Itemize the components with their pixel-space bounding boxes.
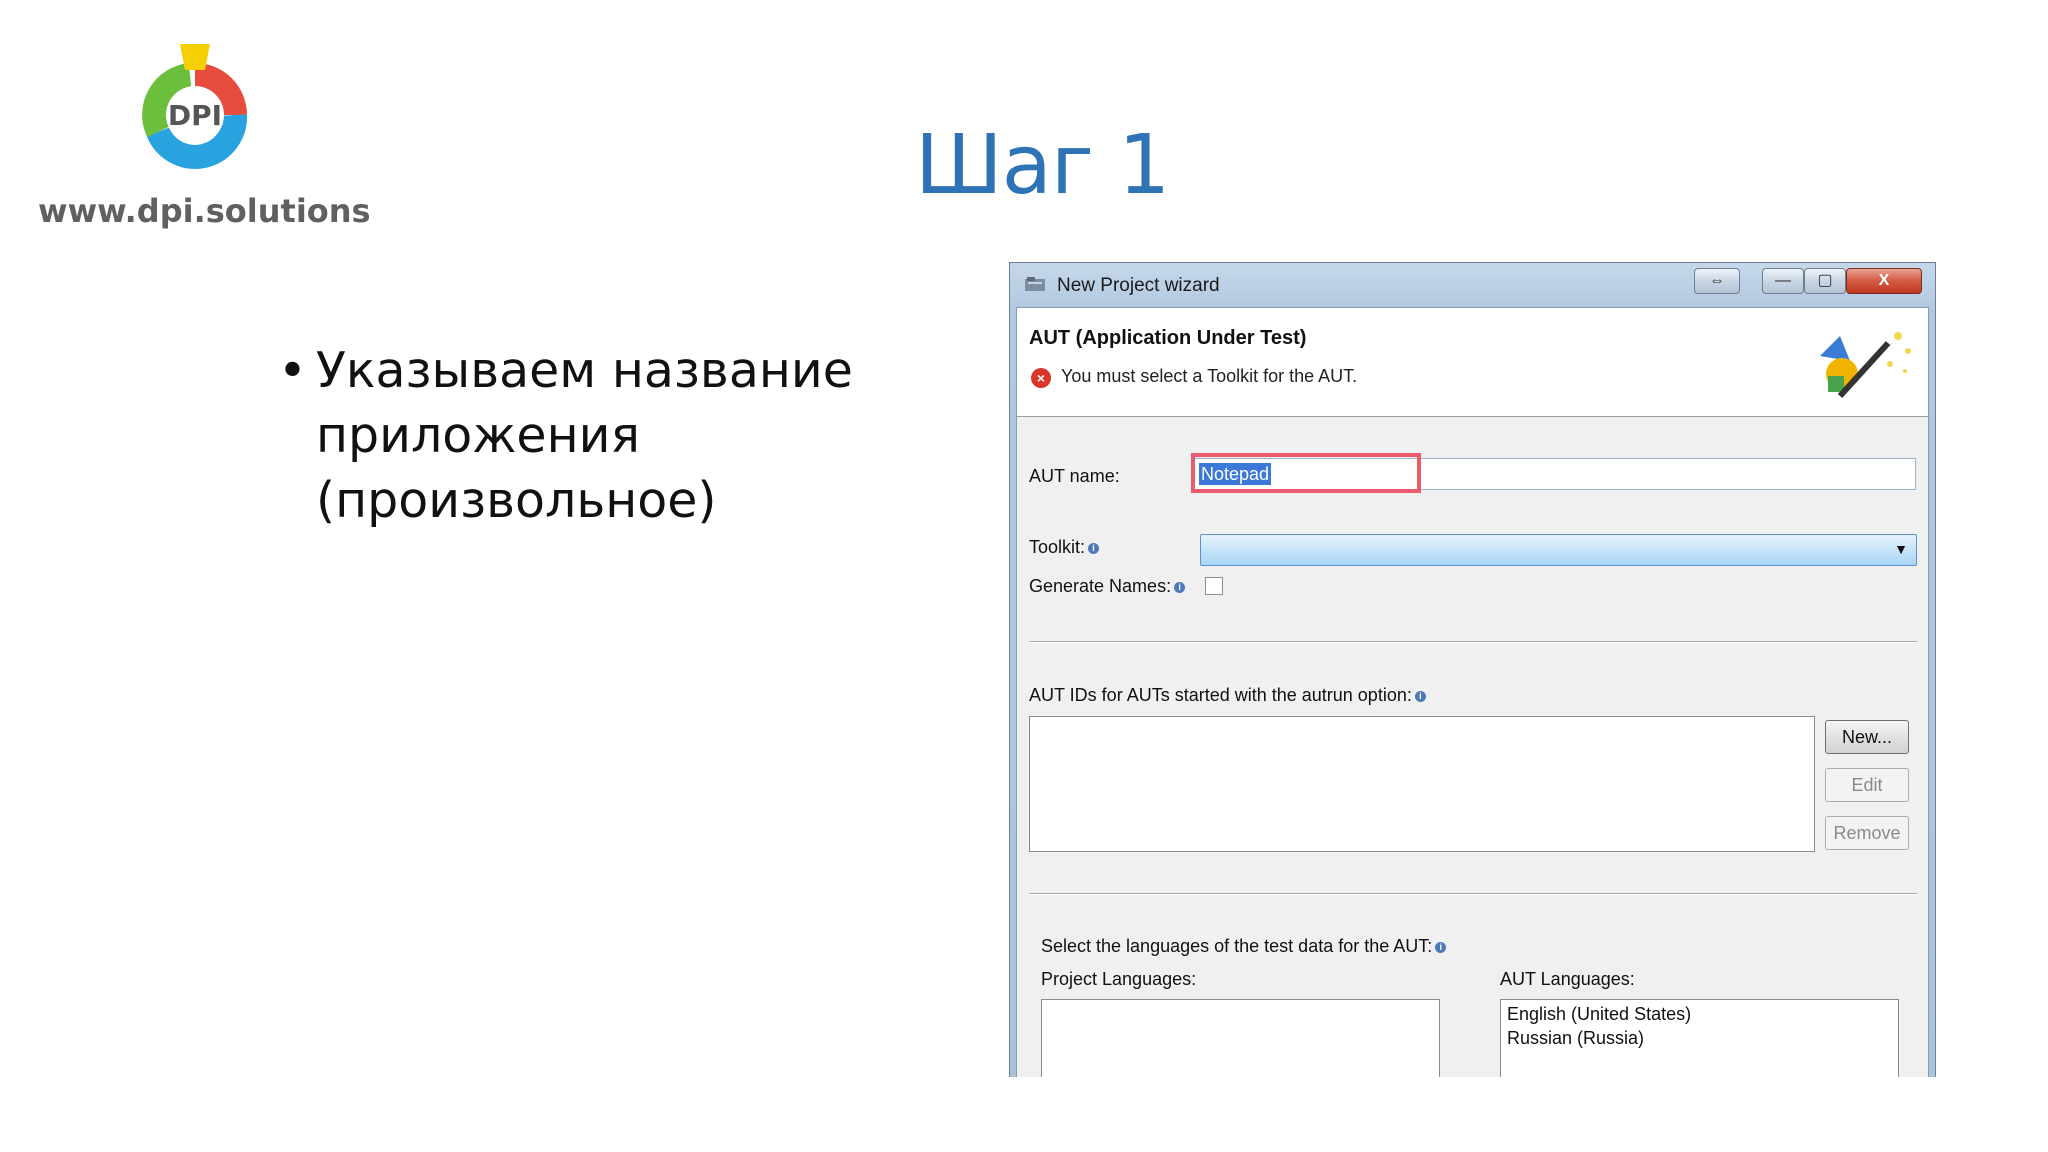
logo-url: www.dpi.solutions [38,192,371,230]
wizard-banner: AUT (Application Under Test) × You must … [1017,308,1928,417]
aut-ids-list[interactable] [1029,716,1815,852]
banner-title: AUT (Application Under Test) [1029,327,1307,349]
wizard-wand-icon [1820,332,1911,399]
separator [1029,641,1917,643]
info-icon: i [1435,941,1447,953]
project-languages-label: Project Languages: [1041,969,1197,989]
project-languages-list[interactable] [1041,999,1440,1077]
info-icon: i [1174,581,1186,593]
generate-names-checkbox[interactable] [1205,577,1223,595]
dpi-logo-text: DPI [168,99,222,132]
toolkit-label-text: Toolkit: [1029,537,1086,557]
maximize-button[interactable]: ▢ [1804,268,1846,294]
dialog-content: AUT (Application Under Test) × You must … [1016,307,1929,1077]
aut-languages-label: AUT Languages: [1500,969,1635,989]
chevron-down-icon: ▼ [1894,541,1908,557]
dpi-logo-icon: DPI [142,44,248,169]
error-icon: × [1031,368,1051,388]
bullet-text: Указываем название приложения (произволь… [316,342,853,529]
languages-label-text: Select the languages of the test data fo… [1041,936,1433,956]
new-button[interactable]: New... [1825,720,1909,754]
generate-names-label-text: Generate Names: [1029,576,1172,596]
aut-name-highlight [1191,453,1421,493]
banner-error-message: You must select a Toolkit for the AUT. [1061,366,1358,386]
minimize-button[interactable]: — [1762,268,1804,294]
info-icon: i [1414,690,1426,702]
remove-button[interactable]: Remove [1825,816,1909,850]
info-icon: i [1088,542,1100,554]
dialog-title: New Project wizard [1057,275,1220,296]
close-button[interactable]: X [1846,268,1922,294]
aut-languages-list[interactable]: English (United States) Russian (Russia) [1500,999,1899,1077]
aut-ids-label: AUT IDs for AUTs started with the autrun… [1029,685,1426,706]
aut-language-item[interactable]: English (United States) [1507,1004,1691,1025]
aut-name-label: AUT name: [1029,466,1120,486]
separator [1029,893,1917,895]
dialog-titlebar[interactable]: New Project wizard ⇔ — ▢ X [1010,263,1935,307]
bullet-marker: • [278,342,307,399]
generate-names-label: Generate Names: i [1029,576,1186,597]
toolkit-dropdown[interactable]: ▼ [1200,534,1917,566]
aut-language-item[interactable]: Russian (Russia) [1507,1028,1644,1049]
dpi-logo: DPI www.dpi.solutions [38,40,371,240]
edit-button[interactable]: Edit [1825,768,1909,802]
languages-label: Select the languages of the test data fo… [1041,936,1447,957]
new-project-wizard-dialog: New Project wizard ⇔ — ▢ X AUT (Applicat… [1009,262,1936,1077]
aut-ids-label-text: AUT IDs for AUTs started with the autrun… [1029,685,1412,705]
toolkit-label: Toolkit: i [1029,537,1100,558]
wizard-window-icon [1025,277,1045,291]
restore-resize-button[interactable]: ⇔ [1694,268,1740,294]
slide-title: Шаг 1 [915,118,1170,213]
